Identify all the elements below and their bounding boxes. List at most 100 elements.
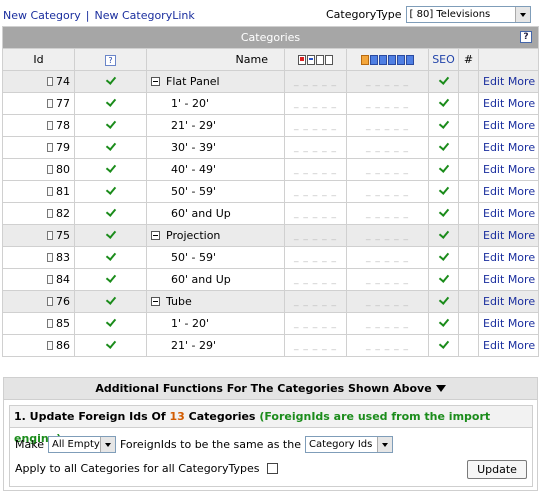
active-check-icon[interactable]	[105, 185, 116, 196]
seo-cell	[428, 202, 459, 225]
active-check-icon[interactable]	[105, 229, 116, 240]
active-check-icon[interactable]	[105, 97, 116, 108]
edit-link[interactable]: Edit	[483, 251, 504, 264]
orange-doc-icon[interactable]	[361, 54, 369, 65]
edit-link[interactable]: Edit	[483, 185, 504, 198]
category-id: 84	[56, 273, 70, 286]
file-icon[interactable]	[47, 143, 53, 152]
blue-doc-icon[interactable]	[397, 54, 405, 65]
more-link[interactable]: More	[508, 75, 535, 88]
file-icon[interactable]	[47, 297, 53, 306]
chevron-down-icon[interactable]	[376, 437, 392, 452]
seo-check-icon[interactable]	[438, 251, 449, 262]
edit-link[interactable]: Edit	[483, 119, 504, 132]
file-icon[interactable]	[47, 231, 53, 240]
active-check-icon[interactable]	[105, 251, 116, 262]
more-link[interactable]: More	[508, 163, 535, 176]
category-id: 74	[56, 75, 70, 88]
edit-link[interactable]: Edit	[483, 295, 504, 308]
edit-link[interactable]: Edit	[483, 141, 504, 154]
panel-header[interactable]: Additional Functions For The Categories …	[4, 378, 537, 400]
blue-doc-icon[interactable]	[370, 54, 378, 65]
doc-icon[interactable]	[316, 54, 324, 65]
blue-doc-icon[interactable]	[388, 54, 396, 65]
help-icon[interactable]: ?	[520, 31, 533, 43]
category-type-select[interactable]: [ 80] Televisions	[405, 6, 531, 23]
id-cell: 77	[2, 92, 75, 115]
active-check-icon[interactable]	[105, 339, 116, 350]
file-icon[interactable]	[47, 319, 53, 328]
edit-link[interactable]: Edit	[483, 75, 504, 88]
active-check-icon[interactable]	[105, 295, 116, 306]
file-icon[interactable]	[47, 209, 53, 218]
active-help-icon[interactable]: ?	[105, 55, 116, 66]
image-icon[interactable]	[307, 54, 315, 65]
seo-check-icon[interactable]	[438, 97, 449, 108]
file-icon[interactable]	[47, 341, 53, 350]
more-link[interactable]: More	[508, 273, 535, 286]
seo-check-icon[interactable]	[438, 207, 449, 218]
seo-check-icon[interactable]	[438, 163, 449, 174]
chevron-down-icon[interactable]	[99, 437, 115, 452]
edit-link[interactable]: Edit	[483, 229, 504, 242]
more-link[interactable]: More	[508, 141, 535, 154]
active-check-icon[interactable]	[105, 119, 116, 130]
active-check-icon[interactable]	[105, 75, 116, 86]
file-icon[interactable]	[47, 165, 53, 174]
more-link[interactable]: More	[508, 339, 535, 352]
blue-doc-icon[interactable]	[406, 54, 414, 65]
seo-check-icon[interactable]	[438, 273, 449, 284]
link-icon[interactable]	[298, 54, 306, 65]
collapse-icon[interactable]	[151, 297, 160, 306]
apply-all-checkbox[interactable]	[267, 463, 279, 474]
file-icon[interactable]	[47, 275, 53, 284]
more-link[interactable]: More	[508, 317, 535, 330]
more-link[interactable]: More	[508, 295, 535, 308]
active-check-icon[interactable]	[105, 207, 116, 218]
file-icon[interactable]	[47, 187, 53, 196]
more-link[interactable]: More	[508, 97, 535, 110]
seo-check-icon[interactable]	[438, 317, 449, 328]
edit-link[interactable]: Edit	[483, 97, 504, 110]
seo-check-icon[interactable]	[438, 229, 449, 240]
new-category-link[interactable]: New Category	[3, 9, 81, 22]
seo-check-icon[interactable]	[438, 185, 449, 196]
edit-link[interactable]: Edit	[483, 273, 504, 286]
update-button[interactable]: Update	[467, 460, 527, 479]
more-link[interactable]: More	[508, 185, 535, 198]
more-link[interactable]: More	[508, 229, 535, 242]
file-icon[interactable]	[47, 77, 53, 86]
page-icon[interactable]	[325, 54, 333, 65]
active-check-icon[interactable]	[105, 141, 116, 152]
chevron-down-icon[interactable]	[514, 7, 530, 22]
active-check-icon[interactable]	[105, 163, 116, 174]
more-link[interactable]: More	[508, 207, 535, 220]
seo-check-icon[interactable]	[438, 339, 449, 350]
more-link[interactable]: More	[508, 251, 535, 264]
file-icon[interactable]	[47, 99, 53, 108]
source-select[interactable]: Category Ids	[304, 436, 393, 453]
edit-link[interactable]: Edit	[483, 207, 504, 220]
seo-check-icon[interactable]	[438, 75, 449, 86]
active-cell	[74, 202, 147, 225]
more-link[interactable]: More	[508, 119, 535, 132]
new-category-link-link[interactable]: New CategoryLink	[94, 9, 194, 22]
blue-doc-icon[interactable]	[379, 54, 387, 65]
file-icon[interactable]	[47, 253, 53, 262]
edit-link[interactable]: Edit	[483, 339, 504, 352]
seo-check-icon[interactable]	[438, 295, 449, 306]
seo-check-icon[interactable]	[438, 141, 449, 152]
edit-link[interactable]: Edit	[483, 163, 504, 176]
make-select[interactable]: All Empty	[47, 436, 116, 453]
active-check-icon[interactable]	[105, 273, 116, 284]
active-check-icon[interactable]	[105, 317, 116, 328]
name-cell: 60' and Up	[146, 202, 285, 225]
collapse-icon[interactable]	[151, 231, 160, 240]
collapse-icon[interactable]	[151, 77, 160, 86]
seo-check-icon[interactable]	[438, 119, 449, 130]
file-icon[interactable]	[47, 121, 53, 130]
edit-link[interactable]: Edit	[483, 317, 504, 330]
page-fields-cell: _ _ _ _ _	[346, 312, 429, 335]
category-id: 77	[56, 97, 70, 110]
triangle-down-icon[interactable]	[435, 385, 446, 392]
